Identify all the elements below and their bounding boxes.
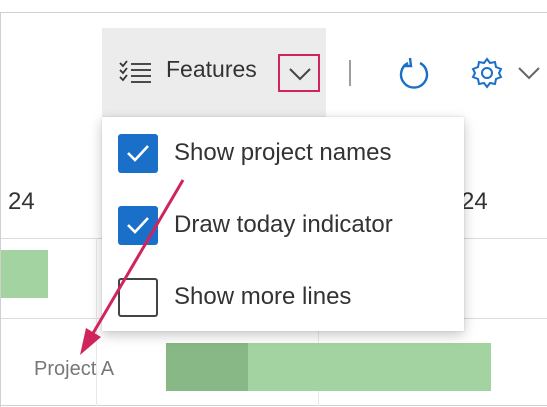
checkmark-icon: [127, 145, 149, 162]
show-project-names-checkbox[interactable]: [118, 134, 158, 173]
menu-item-label: Show project names: [174, 139, 392, 166]
show-more-lines-checkbox[interactable]: [118, 278, 158, 317]
features-dropdown-toggle[interactable]: [278, 54, 320, 92]
project-bar-progress: [166, 343, 248, 391]
features-button-label: Features: [166, 56, 257, 82]
toolbar-separator: [349, 60, 351, 86]
project-name-label: Project A: [34, 358, 115, 380]
panel-border-left: [0, 12, 1, 407]
timeline-column-label: 24: [461, 188, 488, 215]
menu-item-label: Show more lines: [174, 283, 352, 310]
menu-item-draw-today-indicator[interactable]: Draw today indicator: [102, 189, 464, 259]
refresh-icon[interactable]: [396, 57, 432, 98]
roadmap-panel: 24 24 Project A Features Show project na…: [0, 0, 547, 407]
panel-border-bottom: [0, 405, 547, 406]
features-dropdown-menu: Show project names Draw today indicator …: [102, 117, 464, 331]
list-settings-icon: [118, 60, 154, 89]
menu-item-label: Draw today indicator: [174, 211, 393, 238]
chevron-down-icon[interactable]: [518, 66, 540, 85]
draw-today-indicator-checkbox[interactable]: [118, 206, 158, 245]
project-bar[interactable]: [248, 343, 491, 391]
chevron-down-icon: [289, 68, 311, 81]
menu-item-show-more-lines[interactable]: Show more lines: [102, 261, 464, 331]
project-bar[interactable]: [1, 250, 48, 298]
checkmark-icon: [127, 217, 149, 234]
panel-border-top: [0, 12, 547, 13]
menu-item-show-project-names[interactable]: Show project names: [102, 117, 464, 187]
timeline-column-label: 24: [8, 188, 35, 215]
gear-icon[interactable]: [470, 56, 504, 95]
